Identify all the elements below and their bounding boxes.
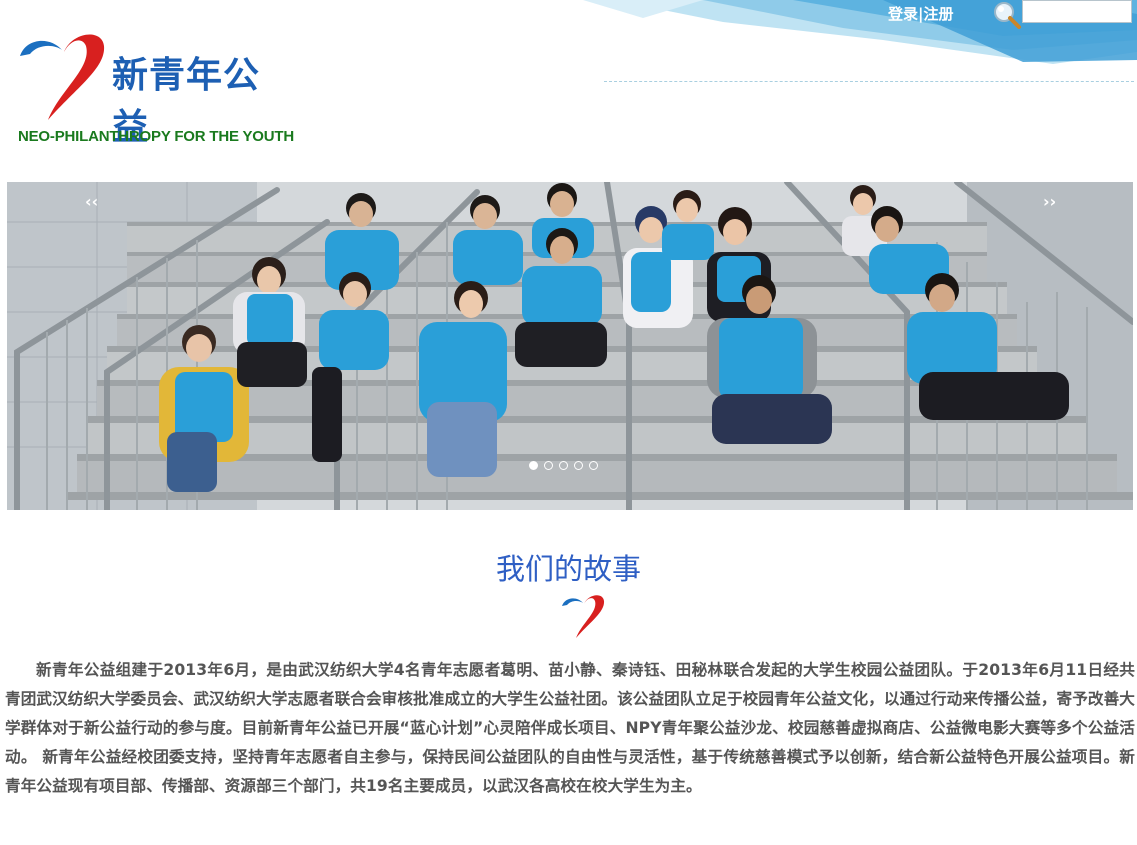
carousel-dot-2[interactable] bbox=[544, 461, 553, 470]
logo-name-en: NEO-PHILANTHROPY FOR THE YOUTH bbox=[18, 128, 294, 145]
login-link[interactable]: 登录 bbox=[888, 5, 918, 23]
carousel-dot-3[interactable] bbox=[559, 461, 568, 470]
story-body: 新青年公益组建于2013年6月，是由武汉纺织大学4名青年志愿者葛明、苗小静、秦诗… bbox=[5, 661, 1135, 795]
register-link[interactable]: 注册 bbox=[924, 5, 954, 23]
carousel-indicators bbox=[529, 461, 598, 470]
carousel-prev-arrow[interactable]: ‹‹ bbox=[85, 192, 98, 211]
search-input[interactable] bbox=[1022, 0, 1132, 23]
photo-carousel[interactable]: ‹‹ ›› bbox=[7, 182, 1133, 510]
site-logo[interactable]: 新青年公益 NEO-PHILANTHROPY FOR THE YOUTH bbox=[16, 28, 294, 152]
carousel-dot-5[interactable] bbox=[589, 461, 598, 470]
carousel-dot-1[interactable] bbox=[529, 461, 538, 470]
site-header: 登录|注册 新青年公益 NEO-PHILANTHROPY FOR THE YOU… bbox=[0, 0, 1137, 180]
story-title: 我们的故事 bbox=[495, 552, 641, 586]
heart-icon bbox=[562, 595, 605, 638]
header-divider bbox=[604, 81, 1134, 82]
auth-links: 登录|注册 bbox=[888, 3, 954, 24]
carousel-dot-4[interactable] bbox=[574, 461, 583, 470]
carousel-next-arrow[interactable]: ›› bbox=[1043, 192, 1056, 211]
logo-heart-icon bbox=[20, 34, 105, 120]
search-icon[interactable] bbox=[990, 0, 1024, 30]
